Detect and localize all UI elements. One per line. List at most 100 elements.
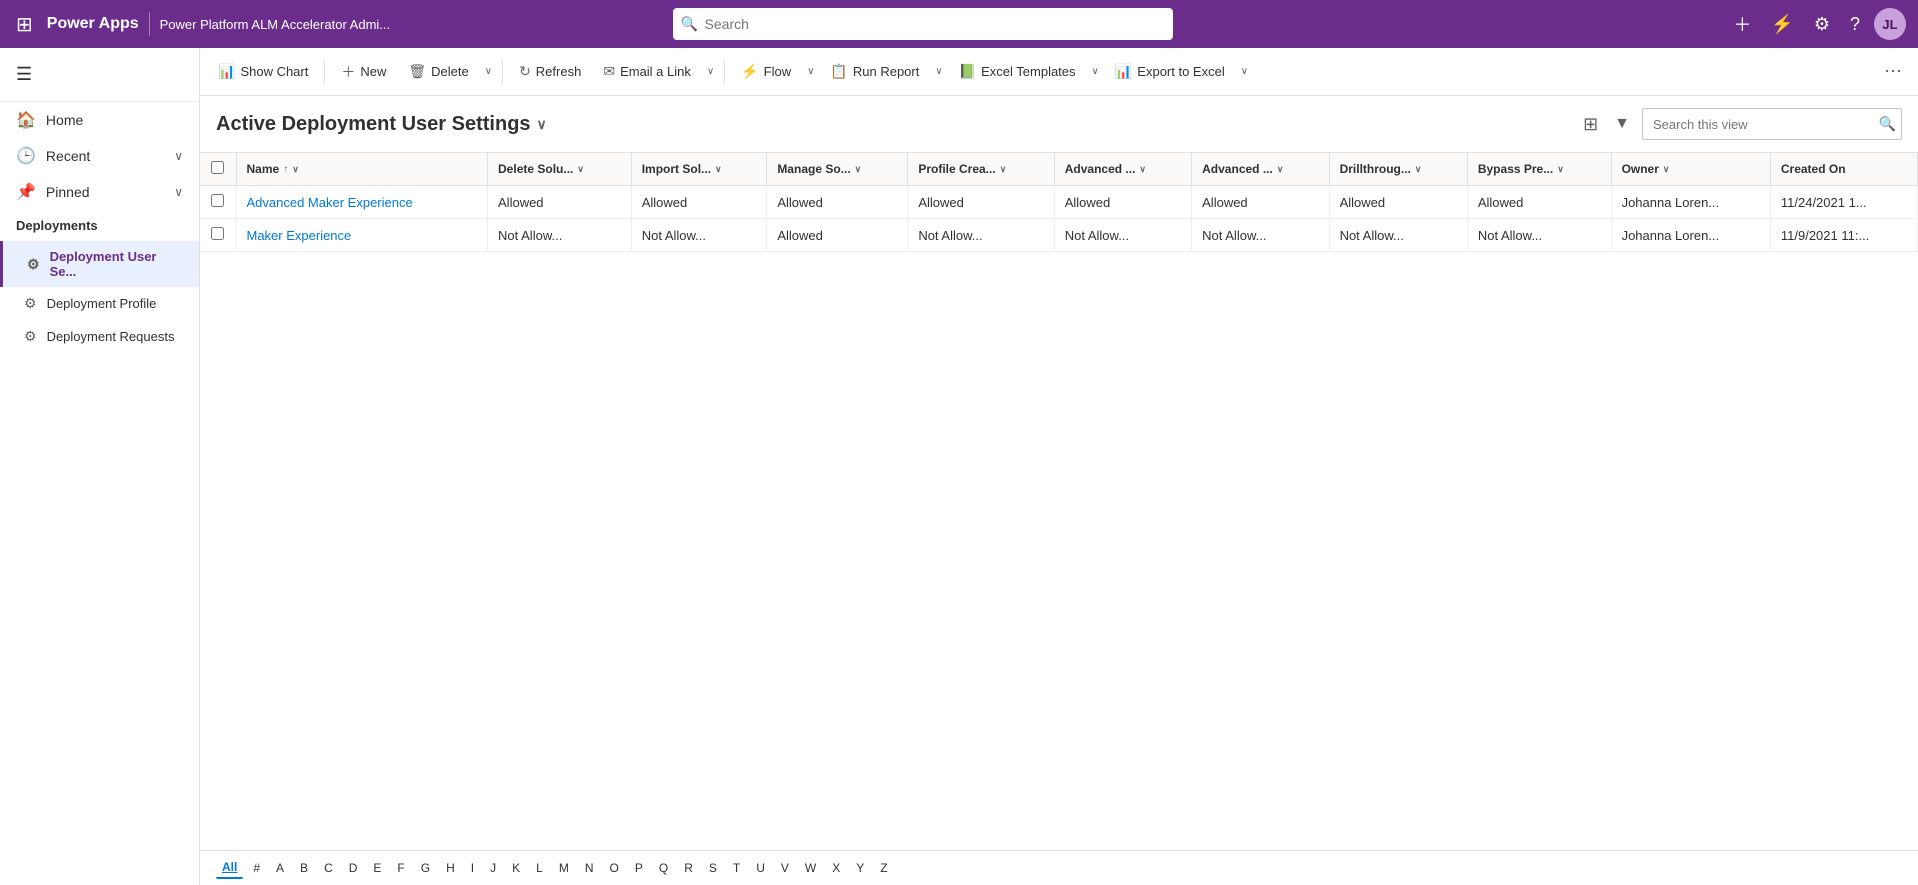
sidebar-hamburger[interactable]: ☰ xyxy=(0,56,199,93)
select-all-header[interactable] xyxy=(200,153,236,186)
sidebar-recent-label: Recent xyxy=(46,148,90,164)
flow-button[interactable]: ⚡ Flow xyxy=(731,58,801,85)
pagination-letter-x[interactable]: X xyxy=(826,858,846,878)
add-button[interactable]: ＋ xyxy=(1727,7,1757,41)
help-icon[interactable]: ? xyxy=(1844,10,1866,39)
pagination-letter-w[interactable]: W xyxy=(799,858,822,878)
col-import-sol-dropdown-icon[interactable]: ∨ xyxy=(715,164,722,175)
col-drillthrough[interactable]: Drillthroug... ∨ xyxy=(1329,153,1467,186)
col-delete-sol[interactable]: Delete Solu... ∨ xyxy=(488,153,632,186)
sidebar-item-pinned[interactable]: 📌 Pinned ∨ xyxy=(0,174,199,210)
pagination-letter-g[interactable]: G xyxy=(415,858,436,878)
view-title-chevron-icon[interactable]: ∨ xyxy=(537,116,547,133)
pagination-letter-j[interactable]: J xyxy=(484,858,502,878)
row-1-name-link[interactable]: Advanced Maker Experience xyxy=(247,195,413,210)
pagination-letter-m[interactable]: M xyxy=(553,858,575,878)
search-view-icon[interactable]: 🔍 xyxy=(1879,116,1896,133)
pagination-letter-all[interactable]: All xyxy=(216,857,243,879)
row-1-checkbox[interactable] xyxy=(211,194,224,207)
pagination-letter-i[interactable]: I xyxy=(465,858,480,878)
chevron-down-icon: ∨ xyxy=(174,149,183,163)
run-report-dropdown-arrow[interactable]: ∨ xyxy=(931,61,946,82)
run-report-button[interactable]: 📋 Run Report xyxy=(820,58,929,85)
pagination-letter-o[interactable]: O xyxy=(604,858,625,878)
email-link-button[interactable]: ✉ Email a Link xyxy=(593,58,701,85)
col-name[interactable]: Name ↑ ∨ xyxy=(236,153,488,186)
excel-templates-button[interactable]: 📗 Excel Templates xyxy=(949,58,1086,85)
col-import-sol[interactable]: Import Sol... ∨ xyxy=(631,153,767,186)
more-options-icon[interactable]: ⋯ xyxy=(1876,57,1910,86)
col-advanced1-dropdown-icon[interactable]: ∨ xyxy=(1139,164,1146,175)
view-filter-icon[interactable]: ▼ xyxy=(1610,111,1634,137)
chevron-down-icon-pinned: ∨ xyxy=(174,185,183,199)
col-owner-dropdown-icon[interactable]: ∨ xyxy=(1663,164,1670,175)
report-icon: 📋 xyxy=(830,63,847,80)
export-excel-dropdown-arrow[interactable]: ∨ xyxy=(1237,61,1252,82)
sidebar-item-deployment-requests[interactable]: ⚙ Deployment Requests xyxy=(0,320,199,353)
pagination-letter-n[interactable]: N xyxy=(579,858,600,878)
show-chart-button[interactable]: 📊 Show Chart xyxy=(208,58,318,85)
pagination-letter-q[interactable]: Q xyxy=(653,858,674,878)
filter-icon[interactable]: ⚡ xyxy=(1765,10,1799,39)
pagination-letter-v[interactable]: V xyxy=(775,858,795,878)
pagination-letter-c[interactable]: C xyxy=(318,858,339,878)
select-all-checkbox[interactable] xyxy=(211,161,224,174)
avatar[interactable]: JL xyxy=(1874,8,1906,40)
email-dropdown-arrow[interactable]: ∨ xyxy=(703,61,718,82)
col-delete-sol-dropdown-icon[interactable]: ∨ xyxy=(577,164,584,175)
requests-icon: ⚙ xyxy=(24,328,37,345)
col-advanced-2[interactable]: Advanced ... ∨ xyxy=(1192,153,1329,186)
grid-icon[interactable]: ⊞ xyxy=(12,8,37,41)
col-drillthrough-dropdown-icon[interactable]: ∨ xyxy=(1415,164,1422,175)
col-owner[interactable]: Owner ∨ xyxy=(1611,153,1770,186)
row-2-checkbox[interactable] xyxy=(211,227,224,240)
row-2-checkbox-cell[interactable] xyxy=(200,219,236,252)
pagination-letter-a[interactable]: A xyxy=(270,858,290,878)
refresh-button[interactable]: ↻ Refresh xyxy=(509,58,591,85)
sidebar-item-deployment-user-settings[interactable]: ⚙ Deployment User Se... xyxy=(0,241,199,287)
excel-templates-dropdown-arrow[interactable]: ∨ xyxy=(1088,61,1103,82)
sidebar-deployment-user-settings-label: Deployment User Se... xyxy=(50,249,183,279)
pagination-letter-e[interactable]: E xyxy=(367,858,387,878)
col-profile-crea-dropdown-icon[interactable]: ∨ xyxy=(1000,164,1007,175)
pagination-letter-l[interactable]: L xyxy=(530,858,549,878)
col-bypass-pre[interactable]: Bypass Pre... ∨ xyxy=(1467,153,1611,186)
row-2-owner-cell: Johanna Loren... xyxy=(1611,219,1770,252)
pagination-letter-p[interactable]: P xyxy=(629,858,649,878)
new-button[interactable]: ＋ New xyxy=(331,57,396,87)
sidebar-item-deployment-profile[interactable]: ⚙ Deployment Profile xyxy=(0,287,199,320)
row-2-name-link[interactable]: Maker Experience xyxy=(247,228,352,243)
layout-icon[interactable]: ⊞ xyxy=(1579,110,1602,139)
pagination-letter-y[interactable]: Y xyxy=(850,858,870,878)
settings-icon[interactable]: ⚙ xyxy=(1808,10,1836,39)
col-bypass-dropdown-icon[interactable]: ∨ xyxy=(1557,164,1564,175)
pagination-letter-b[interactable]: B xyxy=(294,858,314,878)
row-1-checkbox-cell[interactable] xyxy=(200,186,236,219)
pagination-letter-k[interactable]: K xyxy=(506,858,526,878)
col-manage-so-dropdown-icon[interactable]: ∨ xyxy=(855,164,862,175)
export-to-excel-button[interactable]: 📊 Export to Excel xyxy=(1105,58,1235,85)
col-profile-crea[interactable]: Profile Crea... ∨ xyxy=(908,153,1054,186)
flow-dropdown-arrow[interactable]: ∨ xyxy=(803,61,818,82)
pagination-letter-s[interactable]: S xyxy=(703,858,723,878)
pagination-letter-h[interactable]: H xyxy=(440,858,461,878)
search-view-input[interactable] xyxy=(1642,108,1902,140)
col-advanced-1[interactable]: Advanced ... ∨ xyxy=(1054,153,1191,186)
delete-dropdown-arrow[interactable]: ∨ xyxy=(481,61,496,82)
pagination-letter-f[interactable]: F xyxy=(391,858,410,878)
col-manage-so[interactable]: Manage So... ∨ xyxy=(767,153,908,186)
pagination-letter-t[interactable]: T xyxy=(727,858,746,878)
col-name-dropdown-icon[interactable]: ∨ xyxy=(292,164,299,175)
pagination-letter-z[interactable]: Z xyxy=(874,858,893,878)
pagination-letter-u[interactable]: U xyxy=(750,858,771,878)
pagination-letter-#[interactable]: # xyxy=(247,858,266,878)
plus-icon: ＋ xyxy=(341,62,355,82)
col-advanced2-dropdown-icon[interactable]: ∨ xyxy=(1277,164,1284,175)
sidebar-item-recent[interactable]: 🕒 Recent ∨ xyxy=(0,138,199,174)
global-search-input[interactable] xyxy=(673,8,1173,40)
col-created-on[interactable]: Created On xyxy=(1770,153,1917,186)
sidebar-item-home[interactable]: 🏠 Home xyxy=(0,102,199,138)
delete-button[interactable]: 🗑 Delete xyxy=(398,58,478,85)
pagination-letter-d[interactable]: D xyxy=(343,858,364,878)
pagination-letter-r[interactable]: R xyxy=(678,858,699,878)
